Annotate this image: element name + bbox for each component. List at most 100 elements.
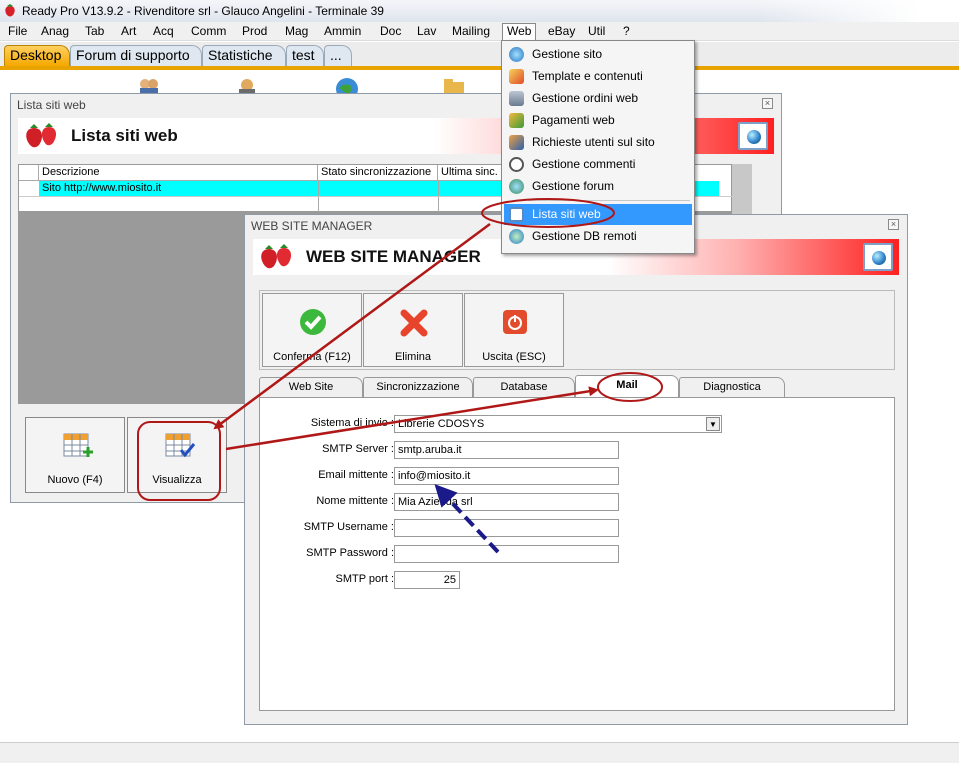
- web-site-manager-window: WEB SITE MANAGER × WEB SITE MANAGER Conf…: [244, 214, 908, 725]
- menu-item-template-e-contenuti[interactable]: Template e contenuti: [504, 66, 692, 87]
- menu-mag[interactable]: Mag: [281, 24, 312, 40]
- menu-lav[interactable]: Lav: [413, 24, 440, 40]
- view-button-label: Visualizza: [152, 474, 202, 486]
- menu-item-gestione-sito[interactable]: Gestione sito: [504, 44, 692, 65]
- menu-acq[interactable]: Acq: [149, 24, 178, 40]
- send-system-value: Librerie CDOSYS: [398, 418, 485, 430]
- menu-item-lista-siti-web[interactable]: Lista siti web: [504, 204, 692, 225]
- menu-ammin[interactable]: Ammin: [320, 24, 365, 40]
- tab-statistiche[interactable]: Statistiche: [202, 45, 286, 66]
- app-strawberry-icon: [5, 4, 15, 17]
- menu-item-richieste-utenti[interactable]: Richieste utenti sul sito: [504, 132, 692, 153]
- table-cell-descrizione: Sito http://www.miosito.it: [42, 182, 162, 194]
- menu-item-gestione-ordini-web[interactable]: Gestione ordini web: [504, 88, 692, 109]
- mail-settings-form: Sistema di invio : Librerie CDOSYS ▼ SMT…: [259, 397, 895, 711]
- tab-diagnostica[interactable]: Diagnostica: [679, 377, 785, 397]
- send-system-select[interactable]: Librerie CDOSYS ▼: [394, 415, 722, 433]
- smtp-server-input[interactable]: smtp.aruba.it: [394, 441, 619, 459]
- title-bar: Ready Pro V13.9.2 - Rivenditore srl - Gl…: [0, 0, 959, 50]
- menu-item-gestione-commenti[interactable]: Gestione commenti: [504, 154, 692, 175]
- menu-help[interactable]: ?: [619, 24, 634, 40]
- banner-title: WEB SITE MANAGER: [306, 247, 481, 266]
- menu-prod[interactable]: Prod: [238, 24, 271, 40]
- menu-item-pagamenti-web[interactable]: Pagamenti web: [504, 110, 692, 131]
- menu-mailing[interactable]: Mailing: [448, 24, 494, 40]
- confirm-button[interactable]: Conferma (F12): [262, 293, 362, 367]
- view-button[interactable]: Visualizza: [127, 417, 227, 493]
- tab-desktop[interactable]: Desktop: [4, 45, 70, 66]
- power-icon: [503, 310, 527, 334]
- menu-anag[interactable]: Anag: [37, 24, 73, 40]
- chevron-down-icon[interactable]: ▼: [706, 417, 720, 431]
- user-requests-icon: [509, 135, 524, 150]
- sites-list-icon: [509, 207, 524, 222]
- label-send-system: Sistema di invio :: [310, 417, 394, 429]
- delete-button[interactable]: Elimina: [363, 293, 463, 367]
- strawberry-logo-icon: [261, 244, 292, 269]
- window-title: Ready Pro V13.9.2 - Rivenditore srl - Gl…: [22, 4, 384, 18]
- column-header-stato-sincronizzazione[interactable]: Stato sincronizzazione: [318, 165, 438, 181]
- menu-tab[interactable]: Tab: [81, 24, 108, 40]
- exit-button[interactable]: Uscita (ESC): [464, 293, 564, 367]
- menu-item-gestione-forum[interactable]: Gestione forum: [504, 176, 692, 197]
- column-header-descrizione[interactable]: Descrizione: [39, 165, 318, 181]
- globe-icon: [509, 47, 524, 62]
- tab-forum-di-supporto[interactable]: Forum di supporto: [70, 45, 202, 66]
- tab-sincronizzazione[interactable]: Sincronizzazione: [363, 377, 473, 397]
- menu-art[interactable]: Art: [117, 24, 140, 40]
- desktop-tab-bar: Desktop Forum di supporto Statistiche te…: [0, 42, 959, 66]
- tab-web-site[interactable]: Web Site: [259, 377, 363, 397]
- label-sender-email: Email mittente :: [318, 469, 394, 481]
- menu-item-gestione-db-remoti[interactable]: Gestione DB remoti: [504, 226, 692, 247]
- label-smtp-username: SMTP Username :: [303, 521, 394, 533]
- comments-icon: [509, 157, 524, 172]
- checkmark-icon: [300, 309, 326, 335]
- sender-name-input[interactable]: Mia Azienda srl: [394, 493, 619, 511]
- close-icon[interactable]: ×: [888, 219, 899, 230]
- smtp-username-input[interactable]: [394, 519, 619, 537]
- template-icon: [509, 69, 524, 84]
- label-sender-name: Nome mittente :: [316, 495, 394, 507]
- menu-web[interactable]: Web: [502, 23, 537, 41]
- label-smtp-server: SMTP Server :: [322, 443, 394, 455]
- menu-bar: File Anag Tab Art Acq Comm Prod Mag Ammi…: [0, 22, 959, 41]
- delete-button-label: Elimina: [394, 351, 432, 363]
- menu-comm[interactable]: Comm: [187, 24, 230, 40]
- tab-mail[interactable]: Mail: [575, 375, 679, 398]
- globe-icon: [738, 122, 768, 150]
- sender-email-input[interactable]: info@miosito.it: [394, 467, 619, 485]
- window-title: Lista siti web: [17, 98, 86, 112]
- forum-icon: [509, 179, 524, 194]
- users-desktop-icon[interactable]: [135, 76, 163, 94]
- web-menu-dropdown: Gestione sito Template e contenuti Gesti…: [501, 40, 695, 254]
- smtp-password-input[interactable]: [394, 545, 619, 563]
- toolbar: Conferma (F12) Elimina Uscita (ESC): [259, 290, 895, 370]
- orders-icon: [509, 91, 524, 106]
- menu-ebay[interactable]: eBay: [544, 24, 579, 40]
- tab-more[interactable]: ...: [324, 45, 352, 66]
- payments-icon: [509, 113, 524, 128]
- smtp-port-input[interactable]: 25: [394, 571, 460, 589]
- folder-desktop-icon[interactable]: [440, 76, 468, 94]
- close-icon[interactable]: ×: [762, 98, 773, 109]
- view-grid-icon: [165, 433, 196, 458]
- menu-util[interactable]: Util: [584, 24, 609, 40]
- globe-icon: [863, 243, 893, 271]
- delete-x-icon: [400, 309, 428, 337]
- globe-desktop-icon[interactable]: [333, 76, 361, 100]
- menu-file[interactable]: File: [4, 24, 31, 40]
- tab-test[interactable]: test: [286, 45, 324, 66]
- confirm-button-label: Conferma (F12): [273, 351, 351, 363]
- label-smtp-password: SMTP Password :: [306, 547, 394, 559]
- label-smtp-port: SMTP port :: [335, 573, 394, 585]
- tab-database[interactable]: Database: [473, 377, 575, 397]
- worker-desktop-icon[interactable]: [233, 76, 261, 94]
- remote-db-icon: [509, 229, 524, 244]
- strawberry-logo-icon: [26, 123, 57, 148]
- status-bar: [0, 742, 959, 763]
- new-button[interactable]: Nuovo (F4): [25, 417, 125, 493]
- menu-doc[interactable]: Doc: [376, 24, 405, 40]
- new-grid-icon: [63, 433, 93, 457]
- banner-title: Lista siti web: [71, 126, 178, 145]
- window-title: WEB SITE MANAGER: [251, 219, 373, 233]
